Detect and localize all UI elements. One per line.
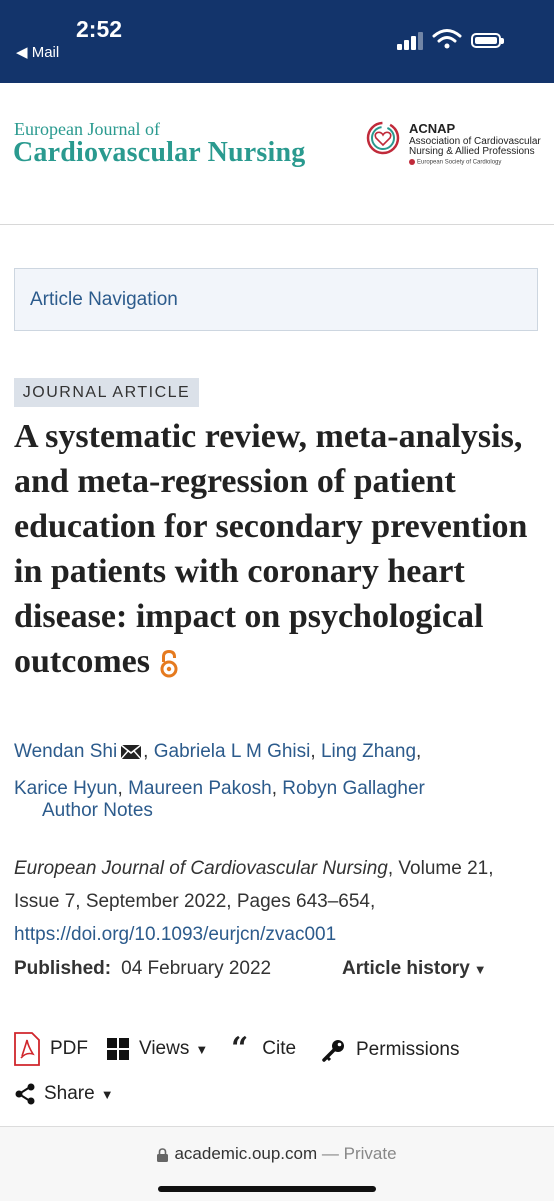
mail-icon[interactable] [121,744,142,759]
private-label: — Private [321,1144,397,1163]
share-icon [15,1083,35,1105]
author-link[interactable]: Wendan Shi [14,741,117,762]
status-bar: 2:52 ◀ Mail [0,0,554,83]
article-type-badge: JOURNAL ARTICLE [14,378,199,407]
status-time: 2:52 [76,16,123,42]
chevron-down-icon: ▼ [100,1086,114,1102]
esc-label: European Society of Cardiology [409,159,501,166]
lock-icon [157,1147,169,1162]
doi-link[interactable]: https://doi.org/10.1093/eurjcn/zvac001 [14,924,336,945]
home-indicator[interactable] [158,1186,376,1192]
author-separator: , [143,741,154,762]
chevron-down-icon: ▼ [473,962,487,977]
article-toolbar: PDF Views ▼ “ Cite Permissions Share ▼ [0,1032,554,1112]
article-history-dropdown[interactable]: Article history ▼ [342,958,487,980]
article-title: A systematic review, meta-analysis, and … [14,414,544,684]
signal-icon [397,30,425,50]
author-link[interactable]: Maureen Pakosh [128,778,272,799]
author-separator: , [416,741,422,762]
esc-logo-icon [409,159,415,165]
esc-label-text: European Society of Cardiology [417,159,502,166]
cite-quote-icon: “ [231,1031,249,1066]
author-link[interactable]: Gabriela L M Ghisi [154,741,311,762]
article-navigation-dropdown[interactable]: Article Navigation [14,268,538,331]
pdf-button[interactable]: PDF [14,1032,88,1066]
views-dropdown[interactable]: Views ▼ [107,1038,208,1060]
open-access-icon [160,650,178,678]
acnap-logo [366,121,400,155]
author-link[interactable]: Robyn Gallagher [282,778,425,799]
author-separator: , [271,778,283,799]
author-link[interactable]: Karice Hyun [14,778,118,799]
views-grid-icon [107,1038,129,1060]
author-list: Wendan Shi , Gabriela L M Ghisi, Ling Zh… [14,733,544,807]
url-domain: academic.oup.com [174,1144,318,1163]
url-display[interactable]: academic.oup.com — Private [0,1144,554,1164]
published-label: Published: [14,958,112,979]
views-label: Views [139,1038,190,1059]
author-separator: , [117,778,129,799]
article-navigation-label: Article Navigation [30,289,178,310]
journal-title-line2[interactable]: Cardiovascular Nursing [13,137,305,169]
article-title-text: A systematic review, meta-analysis, and … [14,418,528,680]
battery-icon [471,33,504,48]
cite-label: Cite [262,1038,297,1059]
permissions-label: Permissions [356,1039,460,1060]
author-notes-link[interactable]: Author Notes [42,800,153,822]
author-link[interactable]: Ling Zhang [321,741,416,762]
pdf-icon [14,1032,40,1066]
author-separator: , [310,741,321,762]
back-to-mail-button[interactable]: ◀ Mail [16,43,59,61]
wifi-icon [432,29,462,49]
article-history-label: Article history [342,958,470,979]
acnap-subtitle: Association of Cardiovascular Nursing & … [409,136,541,157]
published-info: Published: 04 February 2022 [14,958,271,980]
chevron-down-icon: ▼ [195,1041,209,1057]
permissions-key-icon [322,1040,344,1062]
acnap-title: ACNAP [409,121,456,136]
permissions-button[interactable]: Permissions [322,1038,459,1062]
share-dropdown[interactable]: Share ▼ [14,1083,114,1105]
citation-journal-name[interactable]: European Journal of Cardiovascular Nursi… [14,858,388,879]
cite-button[interactable]: “ Cite [231,1031,297,1066]
published-date: 04 February 2022 [121,958,272,979]
acnap-branding[interactable]: ACNAP Association of Cardiovascular Nurs… [364,119,549,171]
citation-block: European Journal of Cardiovascular Nursi… [14,852,544,951]
pdf-label: PDF [50,1038,88,1059]
browser-url-bar[interactable]: academic.oup.com — Private [0,1126,554,1201]
journal-header: European Journal of Cardiovascular Nursi… [0,83,554,225]
share-label: Share [44,1083,95,1104]
